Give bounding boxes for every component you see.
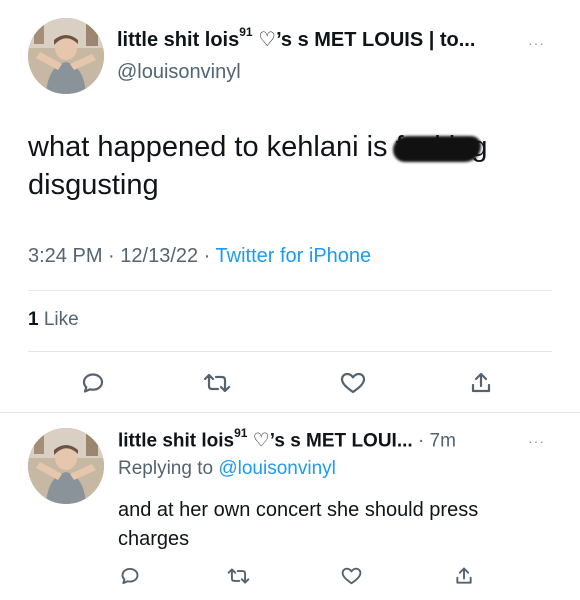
divider xyxy=(0,412,580,413)
display-name-text: little shit lois xyxy=(117,29,240,51)
tweet-text-before: what happened to kehlani is xyxy=(28,131,396,163)
reply-icon xyxy=(121,567,139,585)
share-button[interactable] xyxy=(466,368,496,398)
share-icon xyxy=(456,567,472,584)
share-icon xyxy=(471,372,491,393)
tweet-text-after: disgusting xyxy=(28,169,159,201)
reply-timestamp[interactable]: · 7m xyxy=(413,430,456,451)
tweet-meta: 3:24 PM · 12/13/22 · Twitter for iPhone xyxy=(28,245,371,268)
divider xyxy=(28,351,552,352)
retweet-button[interactable] xyxy=(200,368,234,398)
user-handle[interactable]: @louisonvinyl xyxy=(117,61,241,84)
display-name-suffix: ♡’s s MET LOUIS | to... xyxy=(252,29,476,51)
reply-display-name[interactable]: little shit lois91 ♡’s s MET LOUI... · 7… xyxy=(118,426,456,452)
avatar[interactable] xyxy=(28,18,104,94)
tweet-date[interactable]: 12/13/22 xyxy=(120,245,198,267)
like-icon xyxy=(341,567,361,585)
reply-display-name-suffix: ♡’s s MET LOUI... xyxy=(247,430,413,452)
reply-name-superscript: 91 xyxy=(234,426,248,440)
replying-to: Replying to @louisonvinyl xyxy=(118,458,336,480)
meta-separator: · xyxy=(198,245,216,267)
replying-to-mention[interactable]: @louisonvinyl xyxy=(218,458,336,479)
reply-text: and at her own concert she should press … xyxy=(118,499,479,550)
retweet-icon xyxy=(203,373,231,393)
reply-retweet-button[interactable] xyxy=(224,563,252,589)
likes-number: 1 xyxy=(28,309,39,330)
like-button[interactable] xyxy=(338,368,368,398)
tweet-text: what happened to kehlani is fucking disg… xyxy=(28,128,548,204)
likes-count[interactable]: 1 Like xyxy=(28,309,79,331)
name-superscript: 91 xyxy=(239,25,253,40)
divider xyxy=(28,290,552,291)
display-name[interactable]: little shit lois91 ♡’s s MET LOUIS | to.… xyxy=(117,25,476,52)
like-icon xyxy=(340,372,366,394)
reply-avatar[interactable] xyxy=(28,428,104,504)
retweet-icon xyxy=(227,568,249,584)
tweet-time[interactable]: 3:24 PM xyxy=(28,245,102,267)
reply-button[interactable] xyxy=(78,368,108,398)
censored-word: fucking xyxy=(392,128,488,166)
more-icon[interactable]: ··· xyxy=(528,36,545,50)
meta-separator: · xyxy=(102,245,121,267)
scribble-redaction xyxy=(392,136,481,162)
tweet-source[interactable]: Twitter for iPhone xyxy=(216,245,372,267)
reply-icon xyxy=(82,373,104,393)
reply-reply-button[interactable] xyxy=(117,563,143,589)
reply-share-button[interactable] xyxy=(451,563,477,589)
replying-to-label: Replying to xyxy=(118,458,219,479)
reply-display-name-text: little shit lois xyxy=(118,430,235,452)
likes-label: Like xyxy=(38,309,79,330)
reply-like-button[interactable] xyxy=(338,563,364,589)
reply-more-icon[interactable]: ··· xyxy=(528,434,545,448)
